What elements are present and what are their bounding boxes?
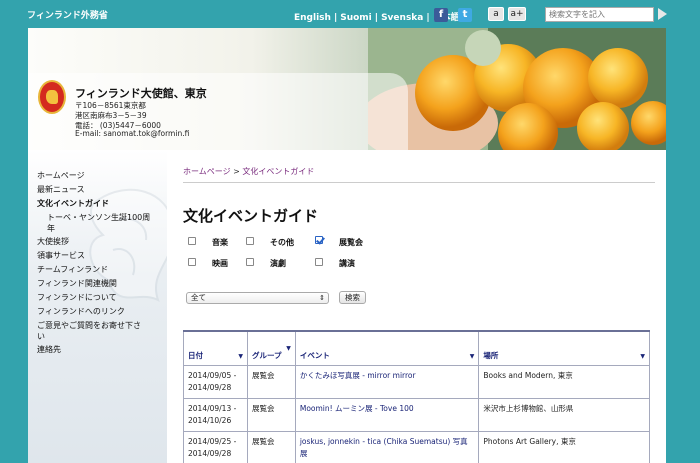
breadcrumb-separator: >	[230, 167, 243, 176]
sort-down-icon[interactable]: ▼	[470, 353, 475, 360]
sort-down-icon[interactable]: ▼	[640, 353, 645, 360]
filter-lecture-label: 講演	[339, 259, 355, 268]
filter-film-checkbox[interactable]	[188, 258, 196, 266]
select-arrows-icon: ⇕	[319, 294, 325, 302]
column-header-place[interactable]: 場所 ▼	[478, 330, 650, 366]
sidebar-item-institutions[interactable]: フィンランド関連機関	[37, 278, 117, 289]
sidebar-item-ambassador[interactable]: 大使挨拶	[37, 236, 69, 247]
sidebar-item-culture-guide[interactable]: 文化イベントガイド	[37, 198, 109, 209]
table-row: 2014/09/25 - 2014/09/28 展覧会 joskus, jonn…	[183, 430, 650, 463]
sidebar-item-feedback-cont[interactable]: い	[37, 331, 45, 342]
column-header-label: グループ	[251, 350, 282, 360]
sidebar-item-tove-jansson-cont[interactable]: 年	[47, 223, 55, 234]
main-content: ホームページ > 文化イベントガイド 文化イベントガイド 音楽 その他 展覧会 …	[167, 150, 666, 463]
event-place: Photons Art Gallery, 東京	[478, 430, 650, 463]
event-group: 展覧会	[246, 397, 296, 432]
search-arrow-icon[interactable]	[658, 8, 667, 20]
event-link[interactable]: かくたみほ写真展 - mirror mirror	[294, 364, 480, 399]
event-place: Books and Modern, 東京	[478, 364, 650, 399]
filter-exhibition-label: 展覧会	[339, 238, 363, 247]
filter-music-label: 音楽	[212, 238, 228, 247]
lang-svenska[interactable]: Svenska	[381, 13, 423, 23]
column-header-label: 日付	[188, 350, 203, 360]
lang-separator: |	[333, 13, 338, 23]
lang-separator: |	[374, 13, 379, 23]
search-button[interactable]: 検索	[339, 291, 366, 304]
column-header-date[interactable]: 日付 ▼	[183, 330, 248, 366]
sort-down-icon[interactable]: ▼	[286, 345, 291, 352]
event-place: 米沢市上杉博物館、山形県	[478, 397, 650, 432]
top-bar: フィンランド外務省 English|Suomi|Svenska|日本語| f t…	[0, 0, 700, 28]
header-banner: フィンランド大使館、東京 〒106－8561東京都 港区南麻布3－5－39 電話…	[28, 28, 666, 150]
filter-other-checkbox[interactable]	[246, 237, 254, 245]
filter-exhibition-checkbox[interactable]	[315, 236, 323, 244]
cloudberry-photo	[368, 28, 666, 150]
table-row: 2014/09/13 - 2014/10/26 展覧会 Moomin! ムーミン…	[183, 397, 650, 432]
event-link[interactable]: Moomin! ムーミン展 - Tove 100	[294, 397, 480, 432]
ministry-name[interactable]: フィンランド外務省	[27, 8, 108, 21]
sidebar-item-consular[interactable]: 領事サービス	[37, 250, 85, 261]
font-size-small-button[interactable]: a	[488, 7, 504, 21]
lang-suomi[interactable]: Suomi	[340, 13, 372, 23]
divider	[183, 182, 655, 183]
page-title: 文化イベントガイド	[183, 207, 319, 225]
sidebar-item-about-finland[interactable]: フィンランドについて	[37, 292, 117, 303]
table-row: 2014/09/05 - 2014/09/28 展覧会 かくたみほ写真展 - m…	[183, 364, 650, 399]
event-link[interactable]: joskus, jonnekin - tica (Chika Suematsu)…	[294, 430, 480, 463]
event-date: 2014/09/13 - 2014/10/26	[183, 397, 248, 432]
column-header-event[interactable]: イベント ▼	[294, 330, 480, 366]
filter-music-checkbox[interactable]	[188, 237, 196, 245]
breadcrumb-current: 文化イベントガイド	[242, 167, 315, 176]
event-date: 2014/09/05 - 2014/09/28	[183, 364, 248, 399]
filter-other-label: その他	[270, 238, 294, 247]
facebook-icon[interactable]: f	[434, 8, 448, 22]
sidebar-item-contact[interactable]: 連絡先	[37, 344, 61, 355]
filter-theater-label: 演劇	[270, 259, 286, 268]
column-header-group[interactable]: グループ ▼	[246, 330, 296, 366]
lang-separator: |	[426, 13, 430, 23]
event-group: 展覧会	[246, 430, 296, 463]
sort-down-icon[interactable]: ▼	[238, 353, 243, 360]
sidebar-item-links[interactable]: フィンランドへのリンク	[37, 306, 125, 317]
events-table: 日付 ▼ グループ ▼ イベント ▼ 場所 ▼ 2014/09/05 - 2014/09…	[183, 330, 650, 463]
column-header-label: 場所	[483, 350, 499, 360]
contact-email[interactable]: E-mail: sanomat.tok@formin.fi	[75, 129, 189, 138]
sidebar-item-tove-jansson[interactable]: トーベ・ヤンソン生誕100周	[47, 212, 150, 223]
breadcrumb-home-link[interactable]: ホームページ	[183, 167, 231, 176]
breadcrumb: ホームページ > 文化イベントガイド	[183, 166, 314, 177]
sidebar-nav: ホームページ 最新ニュース 文化イベントガイド トーベ・ヤンソン生誕100周 年…	[28, 150, 167, 463]
sidebar-item-team-finland[interactable]: チームフィンランド	[37, 264, 108, 275]
sidebar-item-home[interactable]: ホームページ	[37, 170, 85, 181]
category-select-value: 全て	[191, 293, 206, 302]
column-header-label: イベント	[299, 350, 330, 360]
sidebar-item-news[interactable]: 最新ニュース	[37, 184, 85, 195]
filter-lecture-checkbox[interactable]	[315, 258, 323, 266]
event-date: 2014/09/25 - 2014/09/28	[183, 430, 248, 463]
category-select[interactable]: 全て ⇕	[186, 292, 329, 304]
font-size-large-button[interactable]: a+	[508, 7, 526, 21]
twitter-icon[interactable]: t	[458, 8, 472, 22]
filter-film-label: 映画	[212, 259, 228, 268]
event-group: 展覧会	[246, 364, 296, 399]
search-input[interactable]	[545, 7, 654, 22]
embassy-name: フィンランド大使館、東京	[75, 87, 207, 100]
sidebar-item-feedback[interactable]: ご意見やご質問をお寄せ下さ	[37, 320, 141, 331]
finland-coat-of-arms-icon	[38, 80, 66, 114]
lang-english[interactable]: English	[294, 13, 331, 23]
filter-theater-checkbox[interactable]	[246, 258, 254, 266]
